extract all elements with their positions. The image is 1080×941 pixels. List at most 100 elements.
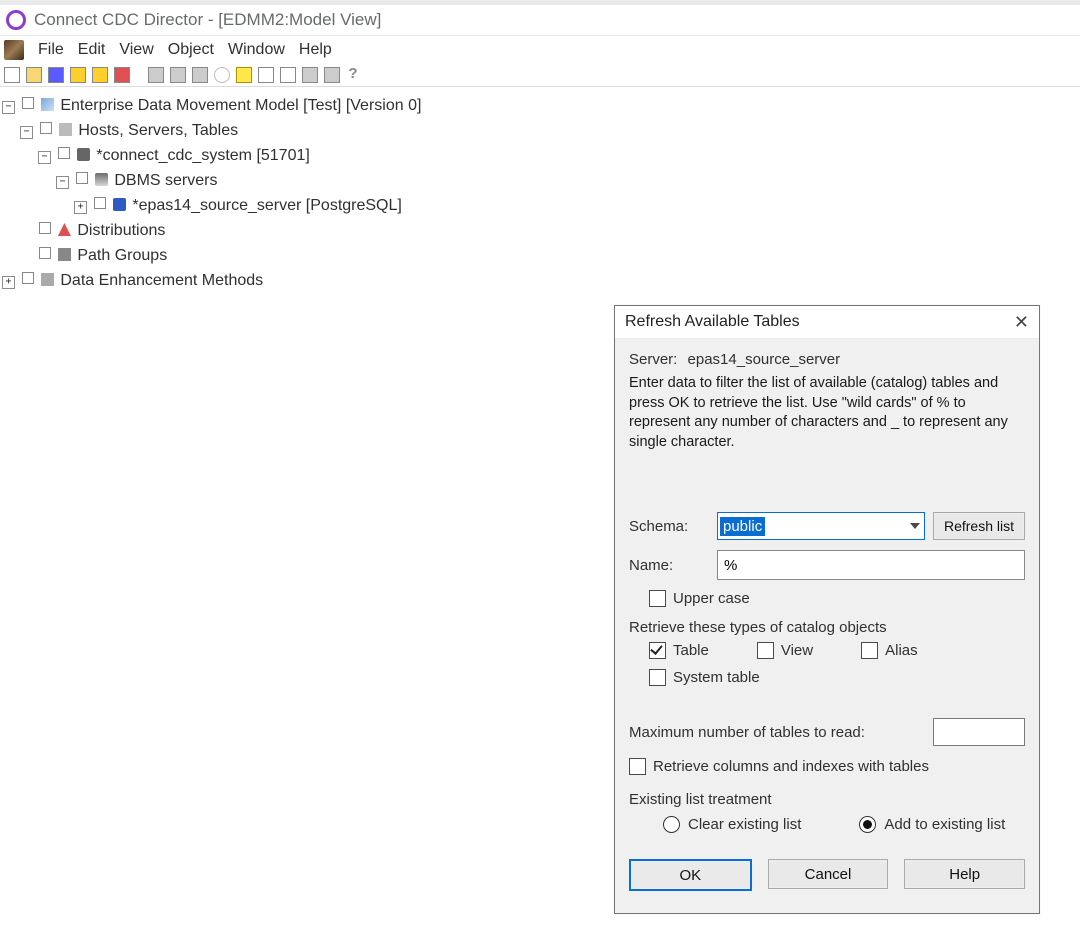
twisty-icon[interactable] [2,101,15,114]
name-label: Name: [629,557,709,574]
tool-flag-icon[interactable] [280,67,296,83]
radio-add-existing[interactable]: Add to existing list [859,816,1005,833]
help-button[interactable]: Help [904,859,1025,889]
app-icon [6,10,26,30]
menu-file[interactable]: File [38,41,64,59]
checkbox-icon [649,590,666,607]
close-icon[interactable]: ✕ [1014,313,1029,331]
tool-copy-icon[interactable] [170,67,186,83]
max-tables-input[interactable] [933,718,1025,746]
option-system-table-label: System table [673,669,760,686]
tree-dbms-label: DBMS servers [114,172,217,189]
tree-node-enhancement[interactable]: Data Enhancement Methods [2,268,1078,293]
check-icon[interactable] [22,97,34,109]
check-icon[interactable] [39,222,51,234]
option-table-label: Table [673,642,709,659]
checkbox-icon [649,669,666,686]
tree-node-distributions[interactable]: Distributions [20,218,1078,243]
check-icon[interactable] [94,197,106,209]
tree-node-paths[interactable]: Path Groups [20,243,1078,268]
tool-delete-icon[interactable] [114,67,130,83]
dialog-title: Refresh Available Tables [625,313,800,331]
retrieve-title: Retrieve these types of catalog objects [629,619,1025,636]
radio-clear-existing[interactable]: Clear existing list [663,816,801,833]
tree-node-root[interactable]: Enterprise Data Movement Model [Test] [V… [2,93,1078,268]
check-icon[interactable] [40,122,52,134]
menu-window[interactable]: Window [228,41,285,59]
checkbox-icon [861,642,878,659]
option-alias-label: Alias [885,642,918,659]
twisty-icon[interactable] [20,126,33,139]
mascot-icon [4,40,24,60]
menu-object[interactable]: Object [168,41,214,59]
distributions-icon [58,223,71,236]
model-icon [41,98,54,111]
tree-node-cdc-system[interactable]: *connect_cdc_system [51701] DBMS servers [38,143,1078,218]
checkbox-icon [629,758,646,775]
existing-list-title: Existing list treatment [629,791,1025,808]
check-icon[interactable] [76,172,88,184]
name-input[interactable] [717,550,1025,580]
radio-add-label: Add to existing list [884,816,1005,833]
tool-cut-icon[interactable] [148,67,164,83]
twisty-icon[interactable] [2,276,15,289]
option-table-checkbox[interactable]: Table [649,642,709,659]
chevron-down-icon[interactable] [910,523,920,529]
toolbar: ? [0,64,1080,87]
tool-find-icon[interactable] [214,67,230,83]
tool-open-icon[interactable] [26,67,42,83]
tool-caution-icon[interactable] [236,67,252,83]
upper-case-checkbox[interactable]: Upper case [649,590,750,607]
server-value: epas14_source_server [688,351,841,368]
retrieve-columns-checkbox[interactable]: Retrieve columns and indexes with tables [629,758,929,775]
server-icon [77,148,90,161]
tree-epas-label: *epas14_source_server [PostgreSQL] [132,197,401,214]
paths-icon [58,248,71,261]
twisty-icon[interactable] [38,151,51,164]
tool-help-icon[interactable]: ? [346,68,360,82]
tree-paths-label: Path Groups [77,247,167,264]
retrieve-columns-label: Retrieve columns and indexes with tables [653,758,929,775]
menu-help[interactable]: Help [299,41,332,59]
tool-paste-icon[interactable] [192,67,208,83]
menu-edit[interactable]: Edit [78,41,106,59]
tool-model-icon[interactable] [70,67,86,83]
tree-node-hosts[interactable]: Hosts, Servers, Tables *connect_cdc_syst… [20,118,1078,218]
twisty-icon[interactable] [56,176,69,189]
tool-printpreview-icon[interactable] [324,67,340,83]
check-icon[interactable] [39,247,51,259]
window-title: Connect CDC Director - [EDMM2:Model View… [34,10,381,30]
dbms-icon [95,173,108,186]
server-label: Server: [629,351,677,368]
tree-cdc-label: *connect_cdc_system [51701] [96,147,309,164]
database-icon [113,198,126,211]
schema-combobox[interactable]: public [717,512,925,540]
option-alias-checkbox[interactable]: Alias [861,642,918,659]
tool-print-icon[interactable] [302,67,318,83]
option-system-table-checkbox[interactable]: System table [649,669,760,686]
check-icon[interactable] [22,272,34,284]
tree-dist-label: Distributions [77,222,165,239]
tool-prop-icon[interactable] [258,67,274,83]
tree-root-label: Enterprise Data Movement Model [Test] [V… [60,97,421,114]
cancel-button[interactable]: Cancel [768,859,889,889]
hosts-icon [59,123,72,136]
tree-node-dbms[interactable]: DBMS servers *epas14_source_server [Post… [56,168,1078,218]
ok-button[interactable]: OK [629,859,752,891]
option-view-label: View [781,642,813,659]
option-view-checkbox[interactable]: View [757,642,813,659]
tool-model2-icon[interactable] [92,67,108,83]
tool-new-icon[interactable] [4,67,20,83]
menu-view[interactable]: View [119,41,153,59]
check-icon[interactable] [58,147,70,159]
checkbox-icon [757,642,774,659]
upper-case-label: Upper case [673,590,750,607]
twisty-icon[interactable] [74,201,87,214]
refresh-list-button[interactable]: Refresh list [933,512,1025,540]
tree-enh-label: Data Enhancement Methods [60,272,263,289]
tree-node-epas[interactable]: *epas14_source_server [PostgreSQL] [74,193,1078,218]
dialog-titlebar: Refresh Available Tables ✕ [615,306,1039,338]
max-tables-label: Maximum number of tables to read: [629,724,865,741]
tool-save-icon[interactable] [48,67,64,83]
tree-hosts-label: Hosts, Servers, Tables [78,122,238,139]
